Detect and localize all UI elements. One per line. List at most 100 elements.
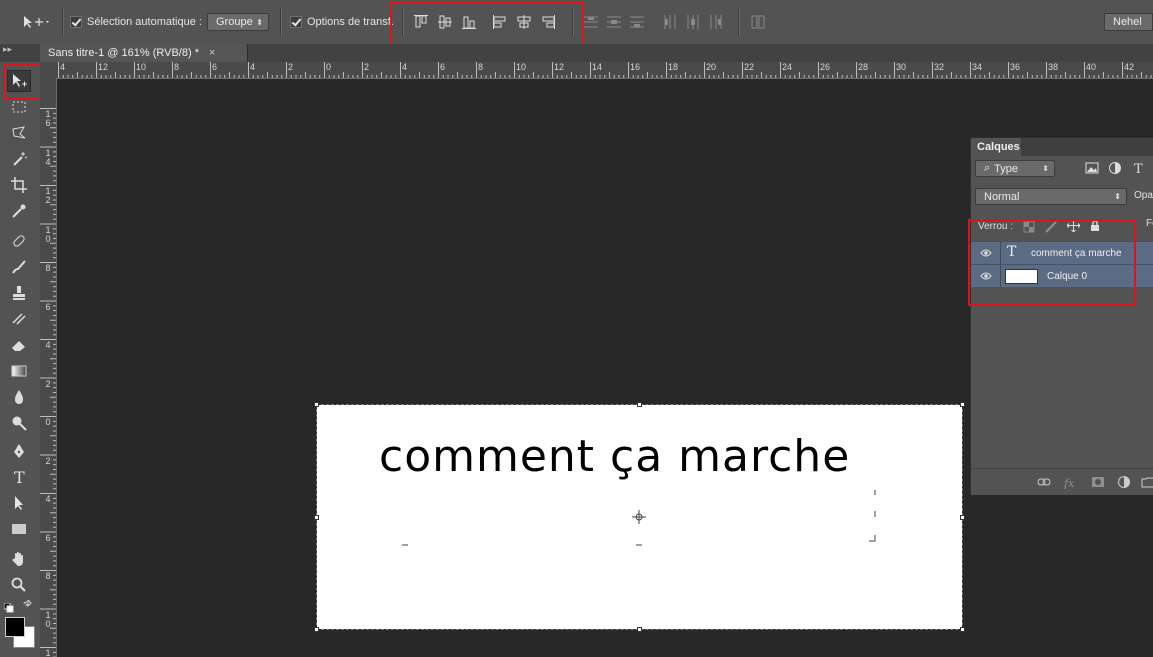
transform-handle-bottom-left[interactable] [314,627,319,632]
ruler-origin[interactable] [40,62,56,78]
distribute-bottom-icon[interactable] [629,14,645,30]
auto-select-value: Groupe [216,16,253,28]
hand-icon[interactable] [7,548,31,570]
vertical-ruler[interactable]: 161412108642024681012 [40,78,57,657]
distribute-left-icon[interactable] [662,14,678,30]
auto-select-dropdown[interactable]: Groupe ⬍ [207,13,269,31]
distribute-top-icon[interactable] [583,14,599,30]
transform-handle-bottom[interactable] [637,627,642,632]
fill-label: Fo [1146,218,1153,229]
crop-icon[interactable] [7,174,31,196]
ruler-label: 2 [288,62,294,72]
type-tool-icon[interactable]: T [7,466,31,488]
zoom-icon[interactable] [7,574,31,596]
svg-text:T: T [14,468,25,486]
ruler-label: 6 [440,62,446,72]
path-selection-icon[interactable] [7,492,31,514]
ruler-label: 4 [60,62,66,72]
new-group-icon[interactable] [1141,475,1153,489]
foreground-color-swatch[interactable] [5,617,25,637]
history-brush-icon[interactable] [7,308,31,330]
chevron-updown-icon: ⬍ [1042,164,1049,173]
ruler-label: 10 [516,62,527,72]
layer-filter-value: Type [994,162,1019,175]
healing-brush-icon[interactable] [7,230,31,252]
auto-select-label: Sélection automatique : [87,16,202,28]
auto-align-layers-icon[interactable] [750,14,766,30]
ruler-label: 28 [858,62,869,72]
svg-text:T: T [1134,162,1143,175]
magic-wand-icon[interactable] [7,148,31,170]
transform-handle-bottom-right[interactable] [960,627,965,632]
transform-handle-left[interactable] [314,515,319,520]
transform-handle-top-right[interactable] [960,402,965,407]
transform-handle-right[interactable] [960,515,965,520]
ruler-label: 10 [136,62,147,72]
dodge-icon[interactable] [7,412,31,434]
distribute-vertical-centers-icon[interactable] [606,14,622,30]
ruler-label: 12 [554,62,565,72]
transform-controls-checkbox[interactable] [290,16,302,28]
layer-filter-dropdown[interactable]: ⌕ Type ⬍ [975,160,1055,177]
link-layers-icon[interactable] [1037,475,1051,489]
auto-select-checkbox[interactable] [70,16,82,28]
type-filter-icon[interactable]: T [1132,161,1146,177]
toolbox: T [0,62,41,657]
document-tab[interactable]: Sans titre-1 @ 161% (RVB/8) * × [40,44,248,62]
distribute-right-icon[interactable] [708,14,724,30]
blur-icon[interactable] [7,386,31,408]
chevron-updown-icon: ⬍ [256,17,263,27]
layers-tab[interactable]: Calques [971,138,1021,156]
auto-select-option[interactable]: Sélection automatique : [70,0,202,44]
text-bounding-marks [402,490,876,546]
document-title: Sans titre-1 @ 161% (RVB/8) * [48,47,199,59]
ruler-label: 12 [98,62,109,72]
lasso-icon[interactable] [7,122,31,144]
eraser-icon[interactable] [7,334,31,356]
blend-mode-value: Normal [984,190,1020,203]
ruler-label: 16 [630,62,641,72]
ruler-label: 8 [174,62,180,72]
move-tool-preset-picker[interactable] [22,0,50,44]
brush-icon[interactable] [7,256,31,278]
ruler-label: 24 [782,62,793,72]
collapse-panels-icon[interactable]: ▸▸ [3,44,12,55]
ruler-ticks [40,108,56,657]
ruler-label: 32 [934,62,945,72]
transform-handle-top[interactable] [637,402,642,407]
add-mask-icon[interactable] [1091,475,1105,489]
distribute-horizontal-centers-icon[interactable] [685,14,701,30]
pen-icon[interactable] [7,440,31,462]
rectangle-shape-icon[interactable] [7,518,31,540]
close-icon[interactable]: × [209,47,215,59]
eyedropper-icon[interactable] [7,200,31,222]
search-icon: ⌕ [984,162,991,174]
workspace-name: Nehel [1113,16,1142,28]
layer-style-fx-icon[interactable]: fx [1063,475,1077,490]
layers-panel: Calques ⌕ Type ⬍ T Normal ⬍ Opa Verrou :… [970,137,1153,495]
ruler-label: 4 [250,62,256,72]
canvas-text-layer[interactable]: comment ça marche [379,431,850,482]
opacity-label: Opa [1134,190,1153,201]
ruler-label: 42 [1124,62,1135,72]
move-tool-icon [24,16,49,28]
transform-controls-label: Options de transf. [307,16,394,28]
clone-stamp-icon[interactable] [7,282,31,304]
chevron-updown-icon: ⬍ [1114,192,1121,201]
ruler-label: 8 [478,62,484,72]
workspace-switcher[interactable]: Nehel [1104,13,1153,31]
ruler-label: 34 [972,62,983,72]
image-filter-icon[interactable] [1085,161,1099,175]
adjustment-filter-icon[interactable] [1108,161,1122,175]
transform-controls-option[interactable]: Options de transf. [290,0,394,44]
blend-mode-dropdown[interactable]: Normal ⬍ [975,188,1127,205]
transform-handle-top-left[interactable] [314,402,319,407]
horizontal-ruler[interactable]: 4 12 10 8 6 4 2 0 2 4 6 8 10 12 14 16 18 20 22 24 26 28 30 32 34… [56,62,1153,79]
ruler-label: 2 [364,62,370,72]
gradient-icon[interactable] [7,360,31,382]
default-colors-icon[interactable] [3,600,14,613]
document-canvas[interactable]: comment ça marche [314,402,965,632]
swap-colors-icon[interactable] [22,598,34,611]
adjustment-layer-icon[interactable] [1117,475,1131,489]
ruler-label: 20 [706,62,717,72]
